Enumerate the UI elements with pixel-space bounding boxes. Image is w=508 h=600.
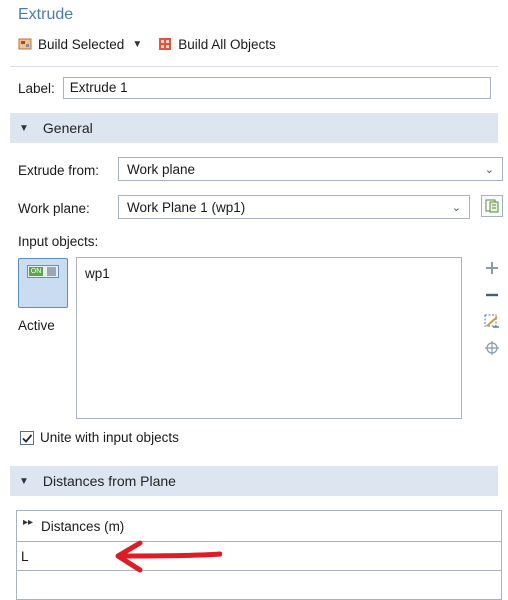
extrude-from-label: Extrude from:: [18, 163, 100, 178]
page-title: Extrude: [18, 6, 74, 23]
checkmark-icon: [22, 433, 33, 443]
active-label: Active: [18, 318, 55, 333]
build-toolbar: Build Selected ▼ Build All Objects: [18, 34, 276, 54]
expand-columns-icon[interactable]: ▸▸: [23, 517, 33, 528]
input-objects-label: Input objects:: [18, 234, 99, 249]
build-selected-button[interactable]: Build Selected: [38, 37, 124, 52]
extrude-from-select[interactable]: Work plane ⌄: [118, 157, 503, 181]
zoom-to-selection-button[interactable]: [484, 340, 500, 359]
add-button[interactable]: [484, 259, 500, 280]
table-row[interactable]: L: [17, 542, 501, 571]
label-caption: Label:: [18, 80, 55, 96]
clear-selection-icon: [484, 314, 499, 328]
plus-icon: [486, 262, 498, 274]
section-distances-title: Distances from Plane: [42, 473, 176, 489]
table-cell[interactable]: L: [21, 549, 29, 564]
build-selected-icon: [18, 37, 32, 51]
table-header: ▸▸ Distances (m): [17, 511, 501, 542]
crosshair-icon: [485, 341, 499, 355]
toggle-knob: [47, 267, 56, 276]
divider: [10, 66, 498, 67]
chevron-down-icon: ⌄: [484, 163, 494, 176]
unite-checkbox[interactable]: [20, 430, 34, 445]
unite-option[interactable]: Unite with input objects: [20, 430, 179, 445]
go-to-source-button[interactable]: [481, 195, 503, 217]
section-distances-header[interactable]: ▼ Distances from Plane: [10, 466, 498, 496]
toggle-on-text: ON: [29, 267, 43, 276]
extrude-from-value: Work plane: [127, 161, 196, 177]
input-objects-list[interactable]: wp1: [76, 257, 462, 419]
table-row[interactable]: [17, 571, 501, 599]
toggle-switch-icon: ON: [27, 265, 59, 278]
collapse-triangle-icon: ▼: [19, 475, 29, 487]
section-general-header[interactable]: ▼ General: [10, 113, 498, 143]
list-item[interactable]: wp1: [85, 266, 453, 281]
minus-icon: [486, 293, 498, 297]
work-plane-select[interactable]: Work Plane 1 (wp1) ⌄: [118, 195, 470, 219]
chevron-down-icon: ⌄: [451, 201, 461, 214]
label-row: Label: Extrude 1: [18, 76, 491, 100]
build-all-button[interactable]: Build All Objects: [178, 37, 276, 52]
remove-button[interactable]: [484, 286, 500, 307]
distances-table: ▸▸ Distances (m) L: [16, 510, 502, 600]
annotation-arrow-icon: [115, 540, 222, 573]
work-plane-value: Work Plane 1 (wp1): [127, 199, 246, 215]
build-all-icon: [158, 37, 172, 51]
collapse-triangle-icon: ▼: [19, 122, 29, 134]
column-header-distances[interactable]: Distances (m): [41, 519, 124, 534]
active-toggle[interactable]: ON: [18, 258, 68, 308]
chevron-down-icon[interactable]: ▼: [132, 39, 142, 50]
clear-selection-button[interactable]: [484, 314, 500, 333]
work-plane-label: Work plane:: [18, 201, 90, 216]
section-general-title: General: [42, 120, 93, 136]
label-field[interactable]: Extrude 1: [62, 77, 491, 99]
unite-label: Unite with input objects: [40, 430, 179, 445]
go-to-source-icon: [485, 199, 499, 213]
